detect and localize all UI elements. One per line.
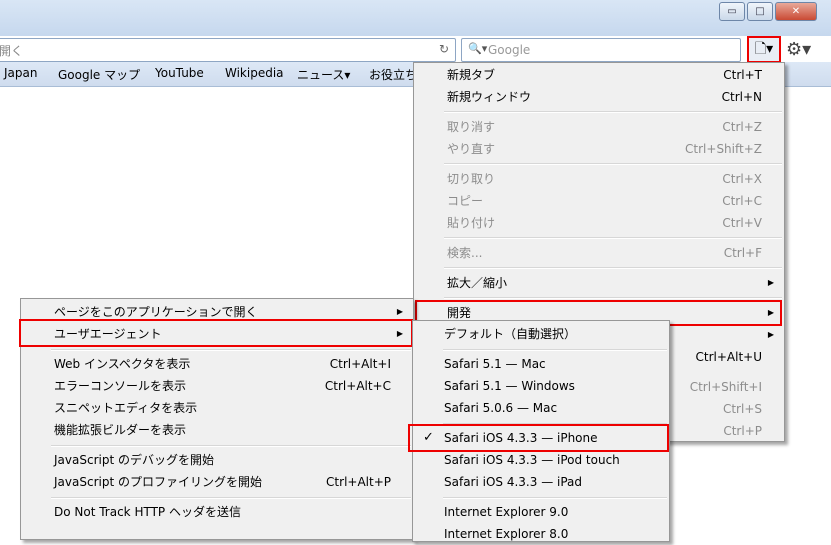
menu-item-label: スニペットエディタを表示 (54, 401, 198, 415)
title-bar: ▭ □ ✕ (0, 0, 831, 36)
address-text: 開く (0, 44, 24, 58)
menu-item-shortcut: Ctrl+Shift+Z (685, 142, 762, 156)
bookmark-item[interactable]: Google マップ (58, 66, 140, 83)
menu-item-label: 貼り付け (447, 216, 496, 230)
menu-item-shortcut: Ctrl+V (722, 216, 762, 230)
bookmark-item[interactable]: Wikipedia (225, 66, 284, 80)
menu-separator (444, 237, 782, 239)
menu-item-label: Safari 5.0.6 — Mac (444, 401, 558, 415)
menu-item-shortcut: Ctrl+F (723, 246, 762, 260)
page-menu-button[interactable]: 🗋▾ (747, 36, 781, 63)
menu-item-shortcut: Ctrl+Alt+I (329, 357, 391, 371)
menu-item-label: 切り取り (447, 172, 496, 186)
page-icon: 🗋▾ (754, 40, 774, 57)
menu-item-shortcut: Ctrl+S (722, 402, 762, 416)
menu-item-ua-safari-506[interactable]: Safari 5.0.6 — Mac (413, 397, 669, 419)
menu-item-shortcut: Ctrl+N (721, 90, 762, 104)
menu-item-label: 新規ウィンドウ (447, 90, 532, 104)
menu-item-copy: コピー Ctrl+C (414, 190, 784, 212)
menu-item-zoom[interactable]: 拡大／縮小 ▶ (414, 272, 784, 294)
menu-separator (444, 111, 782, 113)
close-button[interactable]: ✕ (775, 2, 817, 21)
address-bar[interactable]: 開く ↻ (0, 38, 456, 62)
menu-item-find: 検索... Ctrl+F (414, 242, 784, 264)
search-icon[interactable]: 🔍▾ (468, 42, 487, 55)
menu-item-label: 拡大／縮小 (447, 276, 508, 290)
menu-item-label: Safari iOS 4.3.3 — iPad (444, 475, 583, 489)
menu-item-label: 機能拡張ビルダーを表示 (54, 423, 187, 437)
menu-item-snippet-editor[interactable]: スニペットエディタを表示 (21, 397, 413, 419)
menu-item-redo: やり直す Ctrl+Shift+Z (414, 138, 784, 160)
menu-item-label: Safari 5.1 — Mac (444, 357, 546, 371)
menu-item-ua-ie8[interactable]: Internet Explorer 8.0 (413, 523, 669, 545)
menu-item-label: 新規タブ (447, 68, 496, 82)
menu-item-ua-ipod[interactable]: Safari iOS 4.3.3 — iPod touch (413, 449, 669, 471)
search-box[interactable]: 🔍▾ Google (461, 38, 741, 62)
menu-item-error-console[interactable]: エラーコンソールを表示 Ctrl+Alt+C (21, 375, 413, 397)
menu-item-shortcut: Ctrl+C (722, 194, 762, 208)
menu-separator (51, 497, 411, 499)
menu-item-shortcut: Ctrl+Z (722, 120, 762, 134)
menu-item-ua-safari-windows[interactable]: Safari 5.1 — Windows (413, 375, 669, 397)
minimize-button[interactable]: ▭ (719, 2, 745, 21)
reload-icon[interactable]: ↻ (439, 42, 449, 56)
bookmark-item[interactable]: ニュース▾ (297, 66, 350, 83)
menu-item-ua-default[interactable]: デフォルト（自動選択） (413, 323, 669, 345)
menu-item-shortcut: Ctrl+T (723, 68, 762, 82)
menu-item-label: 取り消す (447, 120, 496, 134)
menu-item-ua-safari-mac[interactable]: Safari 5.1 — Mac (413, 353, 669, 375)
menu-item-extension-builder[interactable]: 機能拡張ビルダーを表示 (21, 419, 413, 441)
menu-item-web-inspector[interactable]: Web インスペクタを表示 Ctrl+Alt+I (21, 353, 413, 375)
menu-item-label: エラーコンソールを表示 (54, 379, 187, 393)
menu-item-cut: 切り取り Ctrl+X (414, 168, 784, 190)
menu-separator (443, 349, 667, 351)
menu-item-ua-ipad[interactable]: Safari iOS 4.3.3 — iPad (413, 471, 669, 493)
menu-item-paste: 貼り付け Ctrl+V (414, 212, 784, 234)
menu-separator (443, 497, 667, 499)
menu-item-label: Do Not Track HTTP ヘッダを送信 (54, 505, 241, 519)
menu-item-label: デフォルト（自動選択） (444, 327, 577, 341)
menu-item-shortcut: Ctrl+X (722, 172, 762, 186)
menu-separator (444, 163, 782, 165)
menu-separator (444, 297, 782, 299)
menu-item-label: Internet Explorer 9.0 (444, 505, 569, 519)
menu-separator (444, 267, 782, 269)
menu-item-new-window[interactable]: 新規ウィンドウ Ctrl+N (414, 86, 784, 108)
menu-item-js-profile[interactable]: JavaScript のプロファイリングを開始 Ctrl+Alt+P (21, 471, 413, 493)
menu-item-undo: 取り消す Ctrl+Z (414, 116, 784, 138)
submenu-arrow-icon: ▶ (767, 330, 774, 339)
menu-item-do-not-track[interactable]: Do Not Track HTTP ヘッダを送信 (21, 501, 413, 523)
menu-separator (51, 445, 411, 447)
menu-item-shortcut: Ctrl+Alt+C (324, 379, 391, 393)
menu-item-label: Web インスペクタを表示 (54, 357, 191, 371)
search-placeholder: Google (488, 43, 531, 57)
menu-item-shortcut: Ctrl+Alt+P (326, 475, 391, 489)
menu-item-label: コピー (447, 194, 484, 208)
window-controls: ▭ □ ✕ (717, 2, 817, 21)
menu-item-label: Safari 5.1 — Windows (444, 379, 575, 393)
submenu-arrow-icon: ▶ (767, 278, 774, 287)
menu-item-shortcut: Ctrl+Alt+U (695, 350, 763, 364)
menu-item-label: Safari iOS 4.3.3 — iPod touch (444, 453, 620, 467)
menu-item-label: JavaScript のデバッグを開始 (54, 453, 214, 467)
user-agent-highlight (19, 319, 413, 347)
menu-item-ua-ie9[interactable]: Internet Explorer 9.0 (413, 501, 669, 523)
gear-icon[interactable]: ⚙▾ (786, 39, 811, 60)
bookmark-item[interactable]: お役立ち (369, 66, 417, 83)
maximize-button[interactable]: □ (747, 2, 773, 21)
menu-separator (51, 349, 411, 351)
bookmark-item[interactable]: YouTube (155, 66, 204, 80)
menu-item-shortcut: Ctrl+Shift+I (689, 380, 762, 394)
menu-item-label: JavaScript のプロファイリングを開始 (54, 475, 262, 489)
menu-item-shortcut: Ctrl+P (723, 424, 762, 438)
menu-item-label: 検索... (447, 246, 483, 260)
iphone-highlight (408, 424, 669, 452)
menu-item-js-debug[interactable]: JavaScript のデバッグを開始 (21, 449, 413, 471)
bookmark-item[interactable]: Japan (4, 66, 37, 80)
menu-item-new-tab[interactable]: 新規タブ Ctrl+T (414, 64, 784, 86)
menu-item-label: やり直す (447, 142, 496, 156)
menu-item-label: Internet Explorer 8.0 (444, 527, 569, 541)
